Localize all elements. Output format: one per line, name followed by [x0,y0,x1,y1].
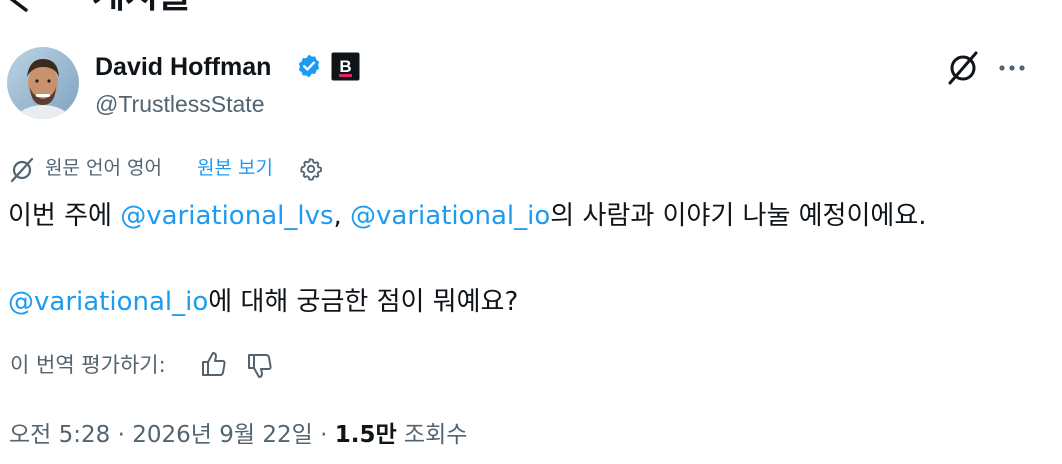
more-icon[interactable] [995,53,1029,83]
tweet-text-suffix: 에 대해 궁금한 점이 뭐예요? [208,287,519,317]
avatar-image [7,47,79,119]
show-original-link[interactable]: 원본 보기 [197,154,273,182]
meta-separator: · [312,422,335,448]
translate-icon [10,157,34,183]
back-arrow-icon[interactable] [0,0,40,18]
views-label: 조회수 [396,422,468,448]
settings-icon[interactable] [299,157,323,181]
tweet-time[interactable]: 오전 5:28 [9,422,110,448]
affiliation-badge-letter: B [339,57,351,76]
meta-separator: · [110,422,133,448]
thumbs-up-icon[interactable] [200,350,228,378]
mention-link[interactable]: @variational_lvs [120,201,333,231]
tweet-text-line-2: @variational_io에 대해 궁금한 점이 뭐예요? [8,285,518,319]
avatar[interactable] [7,47,79,119]
tweet-text-line-1: 이번 주에 @variational_lvs, @variational_io의… [8,199,927,233]
mention-link[interactable]: @variational_io [8,287,208,317]
tweet-text-separator: , [333,201,351,231]
mention-link[interactable]: @variational_io [350,201,550,231]
tweet-date[interactable]: 2026년 9월 22일 [132,422,313,448]
tweet-text-suffix: 의 사람과 이야기 나눌 예정이에요. [550,201,927,231]
thumbs-down-icon[interactable] [246,352,274,380]
verified-badge-icon[interactable] [296,53,322,79]
tweet-text-prefix: 이번 주에 [8,201,121,231]
author-handle[interactable]: @TrustlessState [95,89,265,119]
views-count: 1.5만 [334,422,397,448]
page-title: 게시물 [92,0,191,14]
rate-translation-label: 이 번역 평가하기: [10,353,166,377]
tweet-meta: 오전 5:28 · 2026년 9월 22일 · 1.5만 조회수 [9,419,467,451]
author-name[interactable]: David Hoffman [95,51,271,83]
translation-label: 원문 언어 영어 [45,157,162,179]
affiliation-badge-icon[interactable]: B [331,52,360,81]
grok-icon[interactable] [945,50,981,86]
